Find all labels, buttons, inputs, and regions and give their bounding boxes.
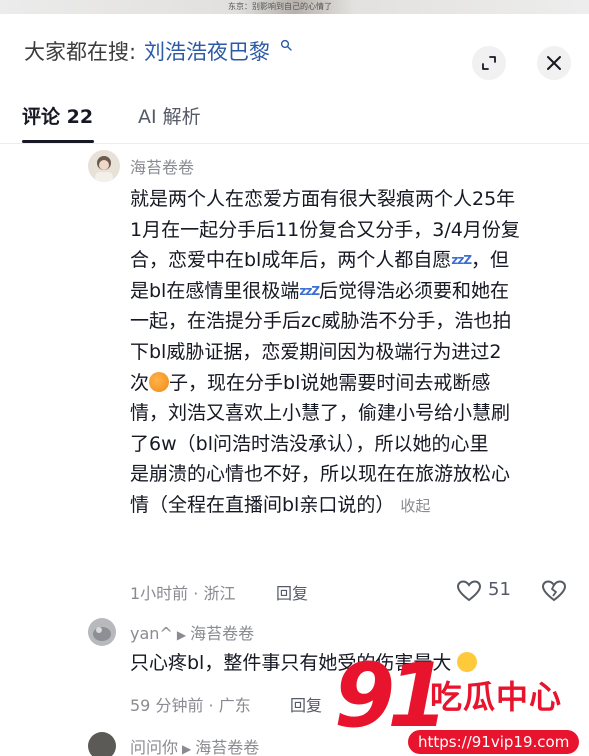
comment-tabs: 评论 22 AI 解析 [0,92,589,144]
reply-author[interactable]: yan^ [130,624,173,643]
comment-line: 就是两个人在恋爱方面有很大裂痕两个人25年 [130,188,516,210]
comment-line: 情（全程在直播间bl亲口说的） 收起 [130,493,431,516]
watermark-logo-digits: 91 [334,644,449,747]
video-caption: 东京：别影响到自己的心情了 [228,2,332,11]
comment-username[interactable]: 海苔卷卷 [130,154,194,178]
reply-arrow-icon: ▶ [182,742,192,756]
close-icon [547,56,561,70]
comment-line: 是bl在感情里很极端zzZ后觉得浩必须要和她在 [130,279,510,302]
watermark-url: https://91vip19.com [408,730,580,754]
heart-icon [456,580,482,602]
tab-ai-analysis[interactable]: AI 解析 [138,102,201,129]
comment-line: 次子，现在分手bl说她需要时间去戒断感 [130,371,491,394]
comment-time-location: 1小时前 · 浙江 [130,584,236,603]
fullscreen-collapse-icon [482,56,496,70]
reply-button[interactable]: 回复 [290,692,322,716]
search-suggestion-prefix: 大家都在搜: [24,40,137,64]
comment-line: 情，刘浩又喜欢上小慧了，偷建小号给小慧刷 [130,402,511,425]
close-button[interactable] [537,46,571,80]
orange-emoji-icon [149,371,170,392]
comment-line: 一起，在浩提分手后zc威胁浩不分手，浩也拍 [130,310,512,333]
reply-arrow-icon: ▶ [176,628,187,642]
collapse-button[interactable] [472,46,506,80]
site-watermark: 91 吃瓜中心 https://91vip19.com [334,650,589,756]
reply-target[interactable]: 海苔卷卷 [190,624,254,643]
broken-heart-icon [541,580,567,602]
comment-line: 1月在一起分手后11份复合又分手，3/4月份复 [130,218,520,241]
avatar[interactable] [88,732,116,756]
watermark-logo-text: 吃瓜中心 [430,678,563,716]
search-icon[interactable] [280,39,292,51]
search-suggestion-link[interactable]: 刘浩浩夜巴黎 [144,36,270,66]
video-preview-strip[interactable]: 东京：别影响到自己的心情了 [0,0,589,14]
reply-target[interactable]: 海苔卷卷 [195,738,259,756]
comment-username[interactable]: yan^ ▶ 海苔卷卷 [130,620,254,644]
comment-time-location: 59 分钟前 · 广东 [130,696,251,715]
avatar[interactable] [88,150,120,182]
comment-line: 合，恋爱中在bl成年后，两个人都自愿zzZ，但 [130,249,510,272]
reply-author[interactable]: 问问你 [130,738,178,756]
sleep-zzz-icon: zzZ [299,283,320,298]
reply-button[interactable]: 回复 [276,580,308,604]
collapse-text-link[interactable]: 收起 [400,497,430,515]
like-count: 51 [488,579,511,600]
comment-line: 了6w（bl问浩时浩没承认），所以她的心里 [130,432,489,455]
tab-comments[interactable]: 评论 22 [22,102,93,129]
active-tab-indicator [22,140,94,143]
search-suggestion-bar: 大家都在搜: 刘浩浩夜巴黎 [0,24,589,80]
comment-username[interactable]: 问问你 ▶ 海苔卷卷 [130,734,259,756]
avatar-image [95,156,113,182]
comment-line: 下bl威胁证据，恋爱期间因为极端行为进过2 [130,340,502,363]
comment-text: 就是两个人在恋爱方面有很大裂痕两个人25年 1月在一起分手后11份复合又分手，3… [130,184,575,522]
dislike-button[interactable] [541,579,567,603]
avatar[interactable] [88,618,116,646]
comment-line: 是崩溃的心情也不好，所以现在在旅游放松心 [130,463,511,486]
comment-item: 海苔卷卷 就是两个人在恋爱方面有很大裂痕两个人25年 1月在一起分手后11份复合… [0,150,589,605]
avatar-image [93,627,111,641]
like-button[interactable]: 51 [456,579,516,603]
sleep-zzz-icon: zzZ [451,253,472,268]
